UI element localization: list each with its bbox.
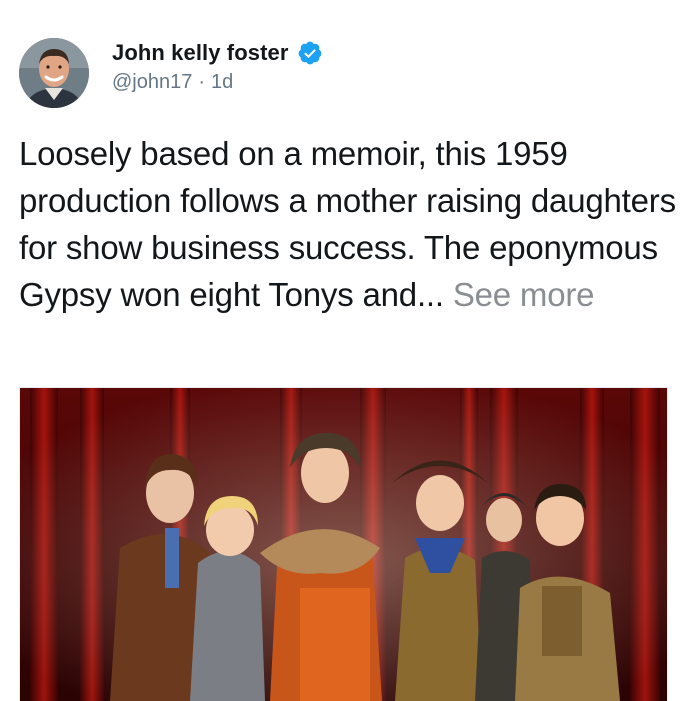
meta-separator: ·	[198, 71, 206, 93]
verified-badge-icon	[298, 41, 321, 65]
tweet-media[interactable]	[19, 387, 668, 701]
tweet-text: Loosely based on a memoir, this 1959 pro…	[19, 130, 689, 318]
tweet-timestamp[interactable]: 1d	[211, 71, 233, 94]
tweet-meta: @john17 · 1d	[112, 71, 323, 94]
media-photo	[20, 388, 667, 701]
see-more-link[interactable]: See more	[453, 276, 595, 313]
author-name[interactable]: John kelly foster	[112, 40, 289, 66]
avatar[interactable]	[19, 38, 89, 108]
name-row: John kelly foster	[112, 38, 323, 68]
author-handle[interactable]: @john17	[112, 71, 192, 94]
avatar-photo	[19, 38, 89, 108]
author-block: John kelly foster @john17 · 1d	[112, 38, 323, 94]
